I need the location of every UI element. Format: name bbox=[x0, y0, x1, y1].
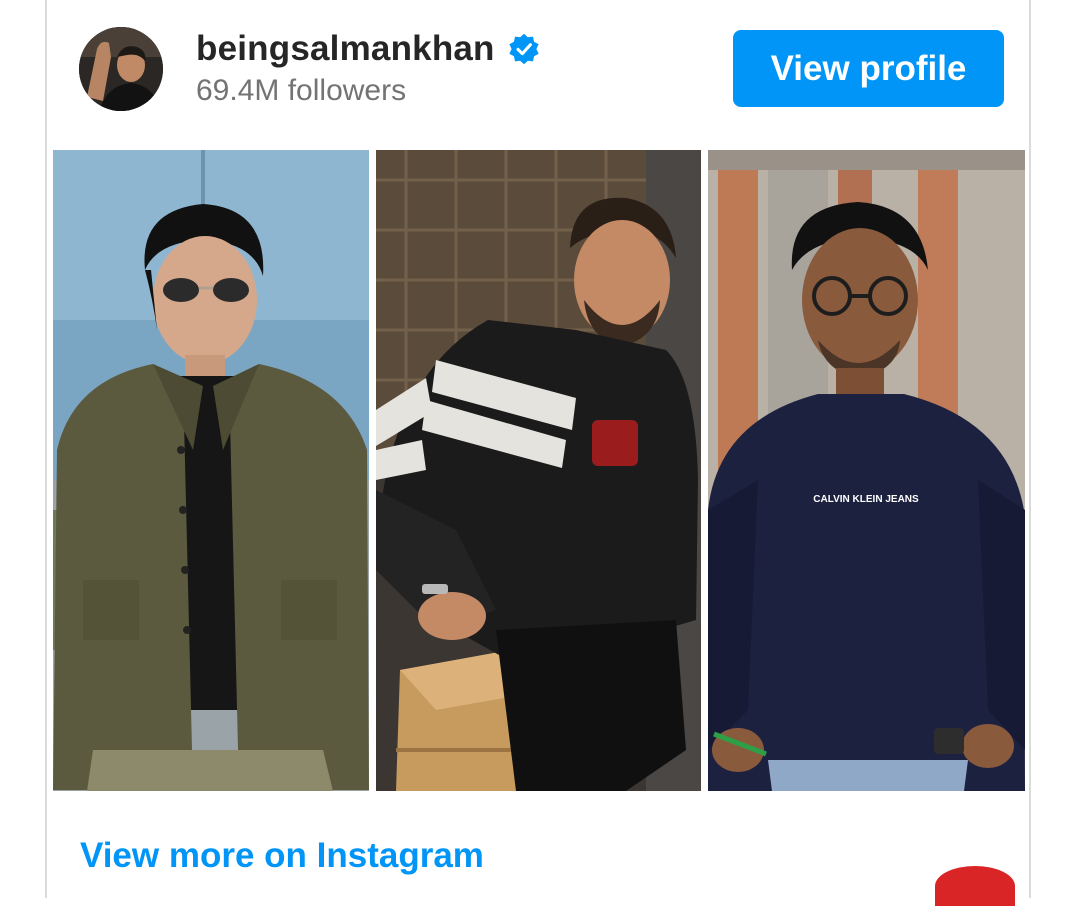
username-row: beingsalmankhan bbox=[196, 28, 541, 70]
post-image-right[interactable]: CALVIN KLEIN JEANS bbox=[708, 150, 1025, 791]
verified-badge-icon bbox=[509, 33, 539, 65]
profile-username[interactable]: beingsalmankhan bbox=[196, 29, 495, 69]
red-badge-icon bbox=[935, 866, 1015, 906]
shirt-brand-text: CALVIN KLEIN JEANS bbox=[813, 494, 919, 505]
profile-avatar[interactable] bbox=[79, 27, 163, 111]
post-image-left[interactable] bbox=[53, 150, 369, 791]
view-more-on-instagram-link[interactable]: View more on Instagram bbox=[80, 836, 484, 876]
post-image-center[interactable] bbox=[376, 150, 701, 791]
view-profile-button[interactable]: View profile bbox=[733, 30, 1004, 107]
follower-count: 69.4M followers bbox=[196, 74, 407, 107]
